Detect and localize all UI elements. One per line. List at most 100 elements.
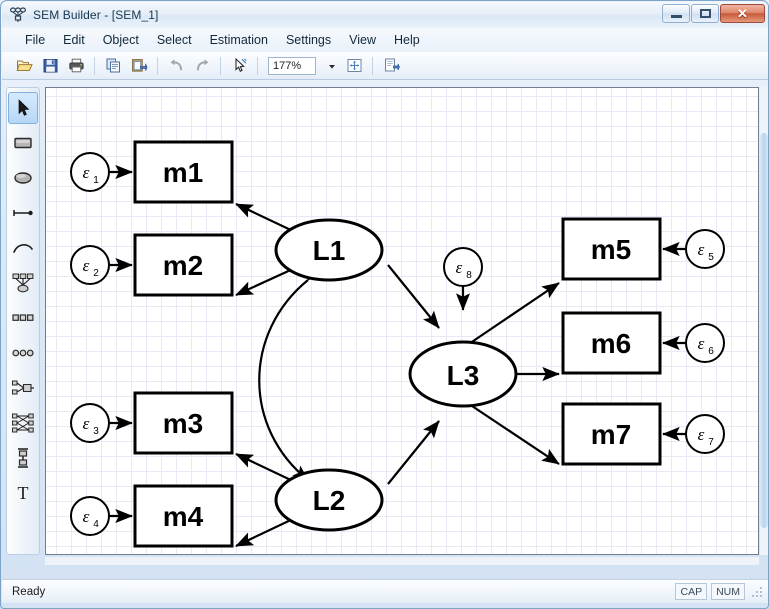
three-boxes-icon	[12, 314, 34, 321]
covariance-tool[interactable]	[8, 232, 38, 264]
node-e5-symbol: ε	[698, 240, 705, 259]
node-e3-symbol: ε	[83, 414, 90, 433]
node-m2[interactable]: m2	[133, 233, 234, 297]
menu-estimation[interactable]: Estimation	[201, 30, 277, 50]
close-icon: ✕	[737, 6, 748, 21]
node-e1-subscript: 1	[93, 175, 99, 186]
node-e3-subscript: 3	[93, 426, 99, 437]
menu-file[interactable]: File	[16, 30, 54, 50]
covariance-paths	[258, 265, 324, 481]
node-m7[interactable]: m7	[561, 402, 662, 466]
horizontal-scrollbar[interactable]	[45, 557, 759, 565]
select-pointer-icon[interactable]	[227, 54, 251, 78]
regression-tool[interactable]	[8, 372, 38, 404]
path-L2-m4	[235, 517, 296, 547]
node-e7[interactable]: ε 7	[685, 414, 725, 454]
application-window: SEM Builder - [SEM_1] ✕ File Edit Object…	[0, 0, 769, 609]
toolbar: 177%	[2, 52, 768, 80]
node-m5-label: m5	[591, 234, 631, 265]
ellipse-icon	[14, 172, 32, 184]
close-button[interactable]: ✕	[720, 4, 765, 23]
resize-grip-icon[interactable]	[751, 585, 763, 598]
undo-icon[interactable]	[164, 54, 188, 78]
node-e6-symbol: ε	[698, 334, 705, 353]
error-tool[interactable]	[8, 267, 38, 299]
node-m6[interactable]: m6	[561, 311, 662, 375]
node-L2[interactable]: L2	[274, 468, 384, 532]
tool-palette: T	[6, 87, 40, 555]
measured-variables[interactable]: m1 m2 m3 m4 m5 m6 m7	[133, 140, 662, 548]
connector-component-icon	[18, 448, 28, 468]
node-e8[interactable]: ε 8	[443, 247, 483, 287]
structural-component-icon	[12, 413, 34, 433]
node-m3[interactable]: m3	[133, 391, 234, 455]
node-L1[interactable]: L1	[274, 218, 384, 282]
node-L1-label: L1	[313, 235, 346, 266]
node-e6[interactable]: ε 6	[685, 323, 725, 363]
menu-view[interactable]: View	[340, 30, 385, 50]
curved-arc-icon	[13, 244, 33, 253]
chevron-down-icon[interactable]	[324, 57, 340, 75]
toolbar-separator	[372, 56, 373, 75]
node-m7-label: m7	[591, 419, 631, 450]
select-tool[interactable]	[8, 92, 38, 124]
maximize-button[interactable]	[691, 4, 719, 23]
menu-settings[interactable]: Settings	[277, 30, 340, 50]
node-m5[interactable]: m5	[561, 217, 662, 281]
menu-edit[interactable]: Edit	[54, 30, 94, 50]
node-e5-subscript: 5	[708, 252, 714, 263]
node-e5[interactable]: ε 5	[685, 229, 725, 269]
path-tool[interactable]	[8, 197, 38, 229]
path-L1-m1	[235, 203, 296, 233]
fit-to-window-icon[interactable]	[342, 54, 366, 78]
node-e3[interactable]: ε 3	[70, 403, 110, 443]
status-badge-num: NUM	[711, 583, 745, 600]
copy-image-icon[interactable]	[379, 54, 403, 78]
node-m3-label: m3	[163, 408, 203, 439]
structural-tool[interactable]	[8, 407, 38, 439]
node-e2[interactable]: ε 2	[70, 245, 110, 285]
open-icon[interactable]	[12, 54, 36, 78]
node-e7-subscript: 7	[708, 437, 714, 448]
measurement-row-tool[interactable]	[8, 302, 38, 334]
node-m2-label: m2	[163, 250, 203, 281]
vertical-scrollbar-thumb[interactable]	[760, 133, 768, 528]
status-indicators: CAP NUM	[675, 583, 763, 600]
menu-help[interactable]: Help	[385, 30, 429, 50]
node-e1[interactable]: ε 1	[70, 152, 110, 192]
save-icon[interactable]	[38, 54, 62, 78]
ellipse-tool[interactable]	[8, 162, 38, 194]
menu-select[interactable]: Select	[148, 30, 201, 50]
node-e4-symbol: ε	[83, 507, 90, 526]
paste-icon[interactable]	[127, 54, 151, 78]
node-m4-label: m4	[163, 501, 204, 532]
menu-bar: File Edit Object Select Estimation Setti…	[2, 28, 768, 52]
connector-tool[interactable]	[8, 442, 38, 474]
node-m4[interactable]: m4	[133, 484, 234, 548]
title-bar: SEM Builder - [SEM_1] ✕	[2, 2, 768, 28]
vertical-scrollbar[interactable]	[760, 87, 768, 555]
sem-diagram[interactable]: m1 m2 m3 m4 m5 m6 m7 L1 L2 L3 ε 1 ε 2 ε …	[46, 88, 758, 554]
rectangle-tool[interactable]	[8, 127, 38, 159]
window-title: SEM Builder - [SEM_1]	[33, 8, 159, 22]
text-tool[interactable]: T	[8, 477, 38, 509]
redo-icon[interactable]	[190, 54, 214, 78]
node-m1[interactable]: m1	[133, 140, 234, 204]
diagram-canvas[interactable]: m1 m2 m3 m4 m5 m6 m7 L1 L2 L3 ε 1 ε 2 ε …	[45, 87, 759, 555]
rectangle-icon	[14, 137, 32, 149]
minimize-button[interactable]	[662, 4, 690, 23]
measurement-dots-tool[interactable]	[8, 337, 38, 369]
copy-icon[interactable]	[101, 54, 125, 78]
node-e6-subscript: 6	[708, 346, 714, 357]
path-L2-L3	[387, 420, 440, 485]
zoom-level-input[interactable]: 177%	[268, 56, 316, 75]
menu-object[interactable]: Object	[94, 30, 148, 50]
path-L1-L3	[387, 264, 440, 329]
node-L3[interactable]: L3	[408, 340, 518, 408]
node-m1-label: m1	[163, 157, 203, 188]
node-e7-symbol: ε	[698, 425, 705, 444]
print-icon[interactable]	[64, 54, 88, 78]
cursor-arrow-icon	[18, 99, 30, 116]
path-L1-m2	[235, 266, 296, 297]
node-e4[interactable]: ε 4	[70, 496, 110, 536]
